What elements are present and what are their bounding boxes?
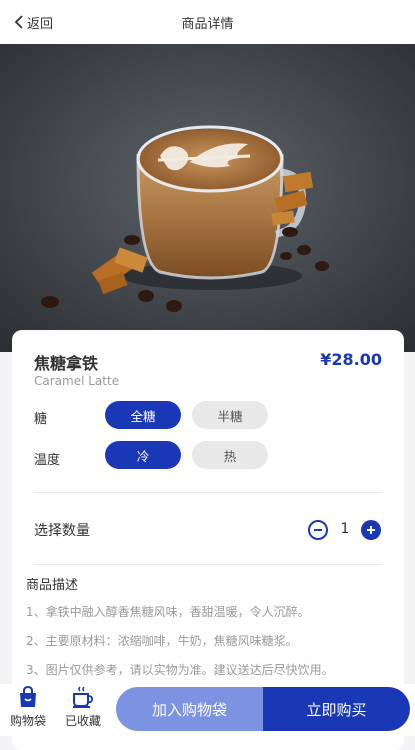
temperature-label: 温度 bbox=[34, 453, 61, 468]
temperature-option-cold[interactable]: 冷 bbox=[105, 441, 181, 469]
buy-now-button[interactable]: 立即购买 bbox=[263, 687, 410, 731]
shopping-bag-label: 购物袋 bbox=[9, 714, 46, 728]
sugar-option-half[interactable]: 半糖 bbox=[192, 401, 268, 429]
description-line: 1、拿铁中融入醇香焦糖风味，香甜温暖，令人沉醉。 bbox=[26, 605, 310, 619]
quantity-increase-button[interactable] bbox=[361, 520, 381, 540]
sugar-option-full[interactable]: 全糖 bbox=[105, 401, 181, 429]
chevron-left-icon bbox=[14, 15, 23, 29]
back-label: 返回 bbox=[27, 16, 54, 32]
product-english-name: Caramel Latte bbox=[34, 374, 120, 388]
divider bbox=[34, 492, 382, 493]
bottom-action-bar: 购物袋 已收藏 加入购物袋 立即购买 bbox=[0, 684, 415, 736]
page-title: 商品详情 bbox=[181, 16, 234, 32]
shopping-bag-icon bbox=[20, 686, 36, 707]
product-image bbox=[0, 44, 415, 352]
quantity-label: 选择数量 bbox=[34, 523, 90, 539]
favorite-button[interactable]: 已收藏 bbox=[61, 686, 105, 734]
description-line: 2、主要原材料：浓缩咖啡，牛奶，焦糖风味糖浆。 bbox=[26, 634, 298, 648]
shopping-bag-button[interactable]: 购物袋 bbox=[6, 686, 50, 734]
divider bbox=[34, 564, 382, 565]
add-to-bag-button[interactable]: 加入购物袋 bbox=[116, 687, 263, 731]
quantity-decrease-button[interactable] bbox=[308, 520, 328, 540]
description-line: 3、图片仅供参考，请以实物为准。建议送达后尽快饮用。 bbox=[26, 663, 334, 677]
temperature-option-hot[interactable]: 热 bbox=[192, 441, 268, 469]
plus-icon bbox=[367, 526, 375, 534]
product-price: ¥28.00 bbox=[320, 350, 382, 369]
cta-group: 加入购物袋 立即购买 bbox=[116, 687, 410, 731]
favorite-label: 已收藏 bbox=[64, 714, 101, 728]
coffee-cup-icon bbox=[73, 686, 94, 708]
quantity-value: 1 bbox=[340, 521, 350, 537]
top-bar: 返回 商品详情 bbox=[0, 0, 415, 44]
back-button[interactable]: 返回 bbox=[14, 0, 53, 44]
product-name: 焦糖拿铁 bbox=[34, 354, 99, 373]
description-title: 商品描述 bbox=[26, 578, 79, 593]
minus-icon bbox=[314, 529, 322, 531]
sugar-label: 糖 bbox=[34, 412, 48, 427]
